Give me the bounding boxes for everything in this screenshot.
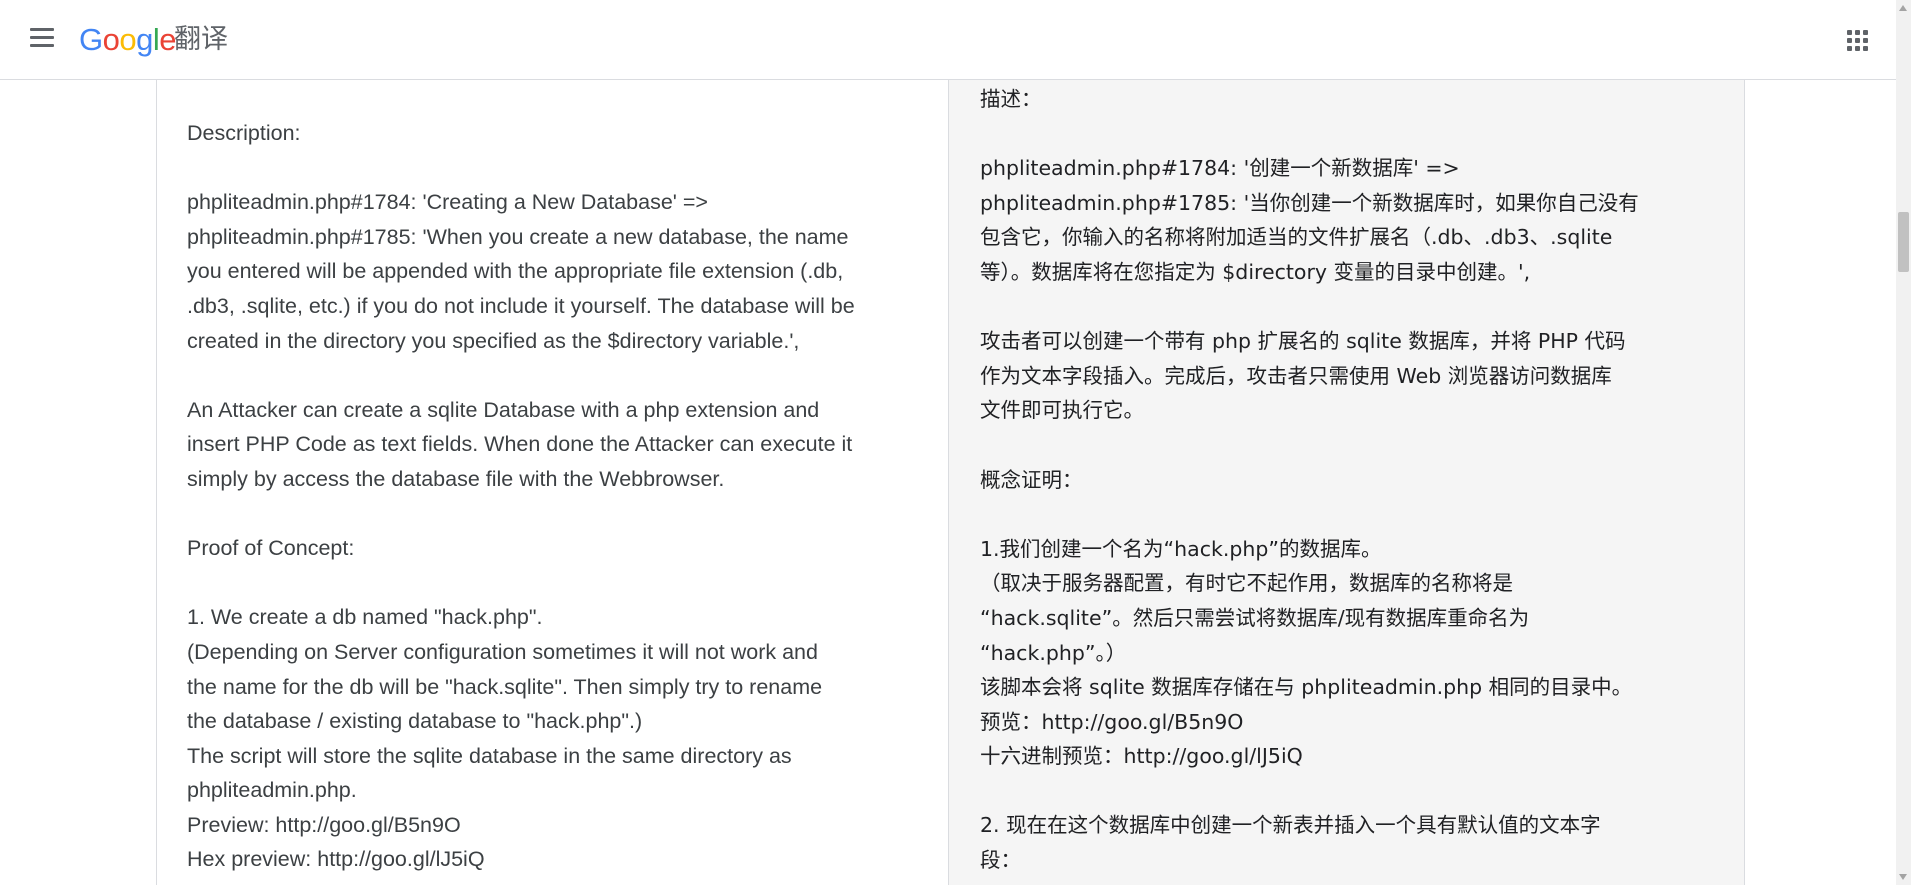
- page-scrollbar[interactable]: [1896, 0, 1911, 885]
- google-logo[interactable]: Google: [79, 18, 177, 62]
- apps-grid-icon[interactable]: [1847, 30, 1869, 52]
- source-text[interactable]: Description: phpliteadmin.php#1784: 'Cre…: [187, 116, 907, 877]
- scroll-down-arrow-icon[interactable]: [1899, 874, 1907, 880]
- top-app-bar: Google 翻译: [0, 0, 1896, 80]
- product-name[interactable]: 翻译: [174, 22, 228, 58]
- logo-letter: o: [119, 22, 137, 57]
- source-text-panel[interactable]: Description: phpliteadmin.php#1784: 'Cre…: [156, 80, 949, 885]
- logo-letter: g: [136, 22, 153, 57]
- menu-icon[interactable]: [30, 28, 58, 52]
- translation-panel: 描述： phpliteadmin.php#1784: '创建一个新数据库' =>…: [949, 80, 1745, 885]
- scroll-up-arrow-icon[interactable]: [1899, 5, 1907, 11]
- logo-letter: G: [79, 22, 103, 57]
- logo-letter: o: [102, 22, 120, 57]
- translated-text: 描述： phpliteadmin.php#1784: '创建一个新数据库' =>…: [980, 87, 1639, 873]
- scrollbar-thumb[interactable]: [1898, 212, 1909, 272]
